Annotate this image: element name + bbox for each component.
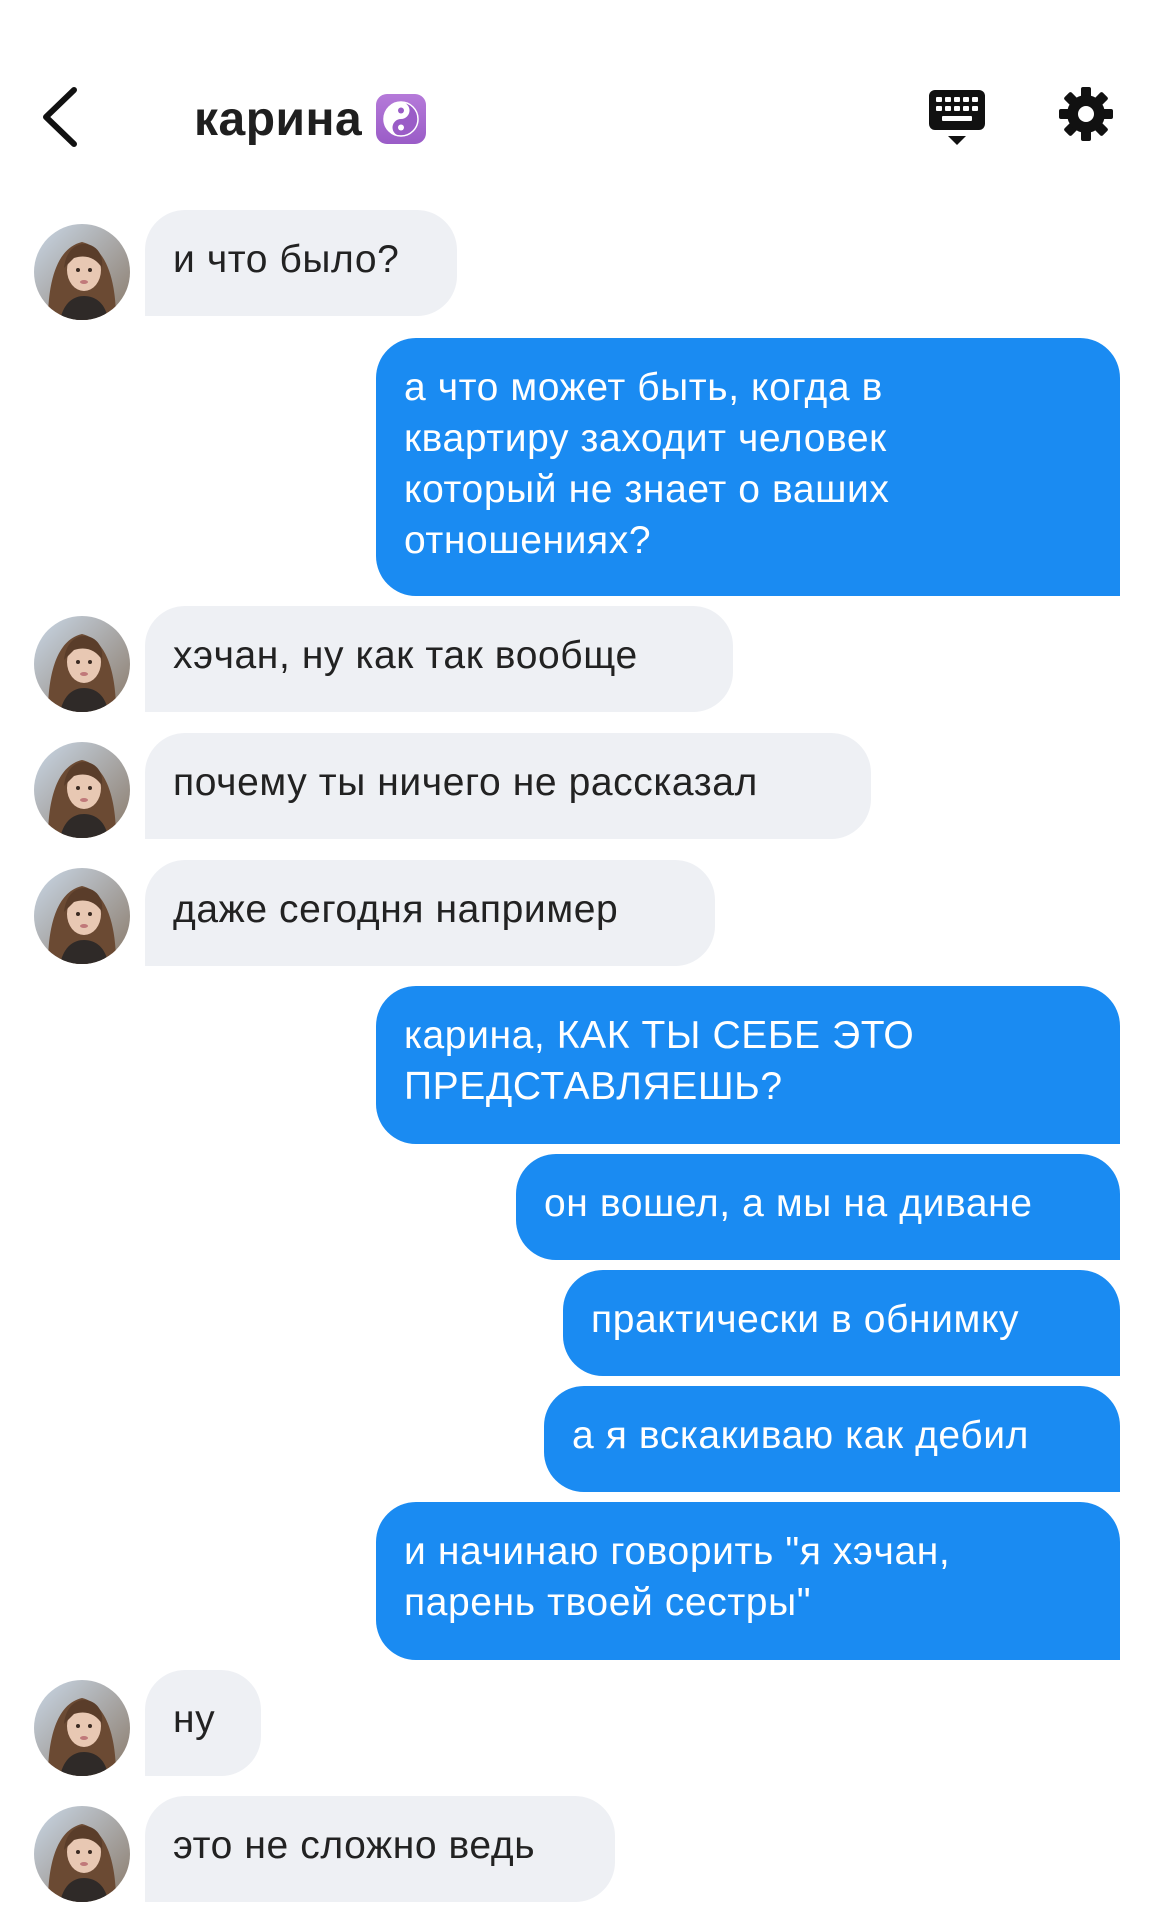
incoming-message[interactable]: ну xyxy=(145,1670,261,1776)
contact-avatar[interactable] xyxy=(34,1680,130,1776)
incoming-message[interactable]: почему ты ничего не рассказал xyxy=(145,733,871,839)
contact-avatar[interactable] xyxy=(34,868,130,964)
keyboard-button[interactable] xyxy=(926,86,988,148)
message-line: парень твоей сестры" xyxy=(404,1581,812,1624)
message-line: который не знает о ваших xyxy=(404,468,890,511)
back-button[interactable] xyxy=(36,82,86,152)
message-line: карина, КАК ТЫ СЕБЕ ЭТО xyxy=(404,1014,915,1057)
outgoing-message[interactable]: а я вскакиваю как дебил xyxy=(544,1386,1120,1492)
message-line: квартиру заходит человек xyxy=(404,417,887,460)
settings-button[interactable] xyxy=(1058,86,1114,142)
yin-yang-icon xyxy=(376,94,427,144)
message-line: и начинаю говорить "я хэчан, xyxy=(404,1530,951,1573)
message-line: ПРЕДСТАВЛЯЕШЬ? xyxy=(404,1065,783,1108)
back-chevron-icon xyxy=(43,87,77,147)
incoming-message[interactable]: хэчан, ну как так вообще xyxy=(145,606,733,712)
outgoing-message[interactable]: а что может быть, когда в квартиру заход… xyxy=(376,338,1120,596)
incoming-message[interactable]: и что было? xyxy=(145,210,457,316)
message-line: а что может быть, когда в xyxy=(404,366,883,409)
chat-header: карина xyxy=(0,0,1154,190)
contact-avatar[interactable] xyxy=(34,224,130,320)
incoming-message[interactable]: это не сложно ведь xyxy=(145,1796,615,1902)
contact-name: карина xyxy=(194,92,363,146)
message-line: отношениях? xyxy=(404,519,652,562)
gear-icon xyxy=(1059,87,1113,141)
chat-title[interactable]: карина xyxy=(194,84,427,154)
contact-avatar[interactable] xyxy=(34,616,130,712)
outgoing-message[interactable]: карина, КАК ТЫ СЕБЕ ЭТО ПРЕДСТАВЛЯЕШЬ? xyxy=(376,986,1120,1144)
contact-avatar[interactable] xyxy=(34,1806,130,1902)
keyboard-icon xyxy=(929,90,985,145)
outgoing-message[interactable]: практически в обнимку xyxy=(563,1270,1120,1376)
outgoing-message[interactable]: он вошел, а мы на диване xyxy=(516,1154,1120,1260)
contact-avatar[interactable] xyxy=(34,742,130,838)
incoming-message[interactable]: даже сегодня например xyxy=(145,860,715,966)
outgoing-message[interactable]: и начинаю говорить "я хэчан, парень твое… xyxy=(376,1502,1120,1660)
